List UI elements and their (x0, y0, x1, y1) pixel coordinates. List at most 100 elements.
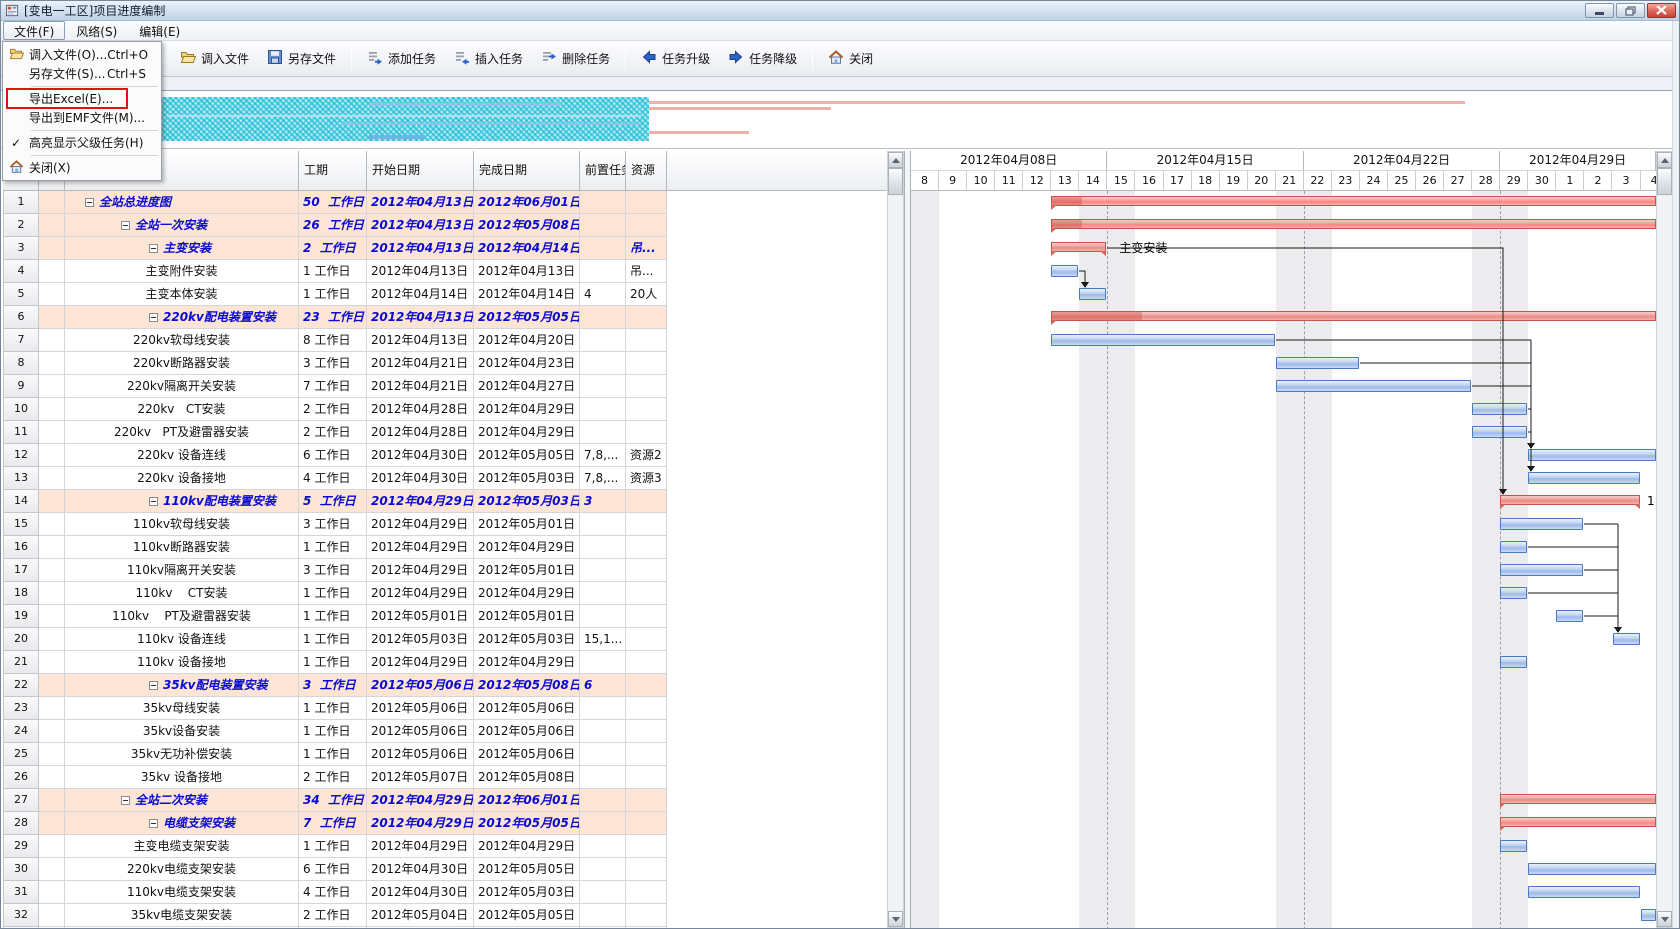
task-bar[interactable] (1528, 472, 1639, 484)
table-row[interactable]: 2635kv 设备接地2 工作日2012年05月07日2012年05月08日 (1, 766, 887, 789)
collapse-icon[interactable] (121, 796, 130, 805)
task-bar[interactable] (1528, 886, 1639, 898)
task-duration: 1 工作日 (299, 582, 367, 605)
table-row[interactable]: 3235kv电缆支架安装2 工作日2012年05月04日2012年05月05日 (1, 904, 887, 927)
collapse-icon[interactable] (149, 244, 158, 253)
table-row[interactable]: 21110kv 设备接地1 工作日2012年04月29日2012年04月29日 (1, 651, 887, 674)
table-row[interactable]: 27全站二次安装34 工作日2012年04月29日2012年06月01日 (1, 789, 887, 812)
table-row[interactable]: 11220kv PT及避雷器安装2 工作日2012年04月28日2012年04月… (1, 421, 887, 444)
table-vertical-scrollbar[interactable] (887, 151, 904, 928)
task-bar[interactable] (1051, 334, 1274, 346)
table-row[interactable]: 12220kv 设备连线6 工作日2012年04月30日2012年05月05日7… (1, 444, 887, 467)
task-bar[interactable] (1500, 587, 1527, 599)
summary-bar[interactable] (1051, 196, 1656, 206)
menu-item[interactable]: 关闭(X) (3, 158, 161, 177)
table-row[interactable]: 2435kv设备安装1 工作日2012年05月06日2012年05月06日 (1, 720, 887, 743)
menu-item[interactable]: 另存文件(S)...Ctrl+S (3, 64, 161, 83)
table-row[interactable]: 8220kv断路器安装3 工作日2012年04月21日2012年04月23日 (1, 352, 887, 375)
scroll-thumb[interactable] (888, 168, 903, 195)
collapse-icon[interactable] (149, 497, 158, 506)
task-bar[interactable] (1500, 518, 1583, 530)
menu-item[interactable]: 导出到EMF文件(M)... (3, 108, 161, 127)
task-bar[interactable] (1051, 265, 1078, 277)
table-gantt-splitter[interactable] (904, 151, 911, 928)
table-row[interactable]: 2535kv无功补偿安装1 工作日2012年05月06日2012年05月06日 (1, 743, 887, 766)
table-row[interactable]: 1全站总进度图50 工作日2012年04月13日2012年06月01日 (1, 191, 887, 214)
table-row[interactable]: 29主变电缆支架安装1 工作日2012年04月29日2012年04月29日 (1, 835, 887, 858)
task-predecessors (580, 605, 626, 628)
task-bar[interactable] (1500, 656, 1527, 668)
toolbar-button[interactable]: 删除任务 (532, 44, 619, 73)
table-row[interactable]: 7220kv软母线安装8 工作日2012年04月13日2012年04月20日 (1, 329, 887, 352)
table-row[interactable]: 30220kv电缆支架安装6 工作日2012年04月30日2012年05月05日 (1, 858, 887, 881)
task-bar[interactable] (1528, 449, 1656, 461)
table-row[interactable]: 17110kv隔离开关安装3 工作日2012年04月29日2012年05月01日 (1, 559, 887, 582)
task-bar[interactable] (1472, 403, 1527, 415)
task-bar[interactable] (1472, 426, 1527, 438)
table-row[interactable]: 28电缆支架安装7 工作日2012年04月29日2012年05月05日 (1, 812, 887, 835)
summary-bar[interactable] (1500, 817, 1656, 827)
menu-edit[interactable]: 编辑(E) (128, 21, 191, 40)
collapse-icon[interactable] (121, 221, 130, 230)
table-row[interactable]: 31110kv电缆支架安装4 工作日2012年04月30日2012年05月03日 (1, 881, 887, 904)
menu-network[interactable]: 风络(S) (65, 21, 128, 40)
table-row[interactable]: 9220kv隔离开关安装7 工作日2012年04月21日2012年04月27日 (1, 375, 887, 398)
task-bar[interactable] (1613, 633, 1640, 645)
task-start-date: 2012年04月14日 (367, 283, 474, 306)
summary-bar[interactable] (1500, 495, 1639, 505)
menu-item[interactable]: 导出Excel(E)... (3, 89, 161, 108)
collapse-icon[interactable] (149, 313, 158, 322)
table-row[interactable]: 6220kv配电装置安装23 工作日2012年04月13日2012年05月05日 (1, 306, 887, 329)
table-row[interactable]: 16110kv断路器安装1 工作日2012年04月29日2012年04月29日 (1, 536, 887, 559)
task-bar[interactable] (1500, 840, 1527, 852)
toolbar-button[interactable]: 任务降级 (719, 44, 806, 73)
minimize-button[interactable] (1585, 3, 1614, 18)
summary-bar[interactable] (1051, 242, 1106, 252)
scroll-down-button[interactable] (1657, 911, 1672, 927)
summary-bar[interactable] (1051, 311, 1656, 321)
menu-item[interactable]: 调入文件(O)...Ctrl+O (3, 45, 161, 64)
indicator-cell (39, 352, 65, 375)
summary-bar[interactable] (1051, 219, 1656, 229)
menu-item[interactable]: ✓高亮显示父级任务(H) (3, 133, 161, 152)
scroll-up-button[interactable] (888, 152, 903, 168)
collapse-icon[interactable] (85, 198, 94, 207)
summary-bar[interactable] (1500, 794, 1656, 804)
table-row[interactable]: 14110kv配电装置安装5 工作日2012年04月29日2012年05月03日… (1, 490, 887, 513)
collapse-icon[interactable] (149, 819, 158, 828)
toolbar-button[interactable]: 关闭 (819, 44, 882, 73)
scroll-thumb[interactable] (1657, 168, 1672, 195)
table-row[interactable]: 13220kv 设备接地4 工作日2012年04月30日2012年05月03日7… (1, 467, 887, 490)
task-bar[interactable] (1276, 357, 1359, 369)
table-row[interactable]: 20110kv 设备连线1 工作日2012年05月03日2012年05月03日1… (1, 628, 887, 651)
task-bar[interactable] (1556, 610, 1583, 622)
table-row[interactable]: 4主变附件安装1 工作日2012年04月13日2012年04月13日吊... (1, 260, 887, 283)
task-bar[interactable] (1528, 863, 1656, 875)
table-row[interactable]: 18110kv CT安装1 工作日2012年04月29日2012年04月29日 (1, 582, 887, 605)
close-button[interactable] (1647, 3, 1676, 18)
scroll-down-button[interactable] (888, 911, 903, 927)
table-row[interactable]: 3主变安装2 工作日2012年04月13日2012年04月14日吊... (1, 237, 887, 260)
task-bar[interactable] (1641, 909, 1656, 921)
toolbar-button[interactable]: 任务升级 (632, 44, 719, 73)
collapse-icon[interactable] (149, 681, 158, 690)
toolbar-button[interactable]: 插入任务 (445, 44, 532, 73)
task-bar[interactable] (1276, 380, 1471, 392)
toolbar-button[interactable]: 调入文件 (171, 44, 258, 73)
table-row[interactable]: 2235kv配电装置安装3 工作日2012年05月06日2012年05月08日6 (1, 674, 887, 697)
scroll-up-button[interactable] (1657, 152, 1672, 168)
task-bar[interactable] (1500, 564, 1583, 576)
table-row[interactable]: 19110kv PT及避雷器安装1 工作日2012年05月01日2012年05月… (1, 605, 887, 628)
table-row[interactable]: 15110kv软母线安装3 工作日2012年04月29日2012年05月01日 (1, 513, 887, 536)
table-row[interactable]: 2全站一次安装26 工作日2012年04月13日2012年05月08日 (1, 214, 887, 237)
task-bar[interactable] (1079, 288, 1106, 300)
restore-button[interactable] (1616, 3, 1645, 18)
gantt-vertical-scrollbar[interactable] (1656, 151, 1673, 928)
table-row[interactable]: 2335kv母线安装1 工作日2012年05月06日2012年05月06日 (1, 697, 887, 720)
table-row[interactable]: 5主变本体安装1 工作日2012年04月14日2012年04月14日420人 (1, 283, 887, 306)
toolbar-button[interactable]: 另存文件 (258, 44, 345, 73)
menu-file[interactable]: 文件(F) (3, 21, 65, 40)
table-row[interactable]: 10220kv CT安装2 工作日2012年04月28日2012年04月29日 (1, 398, 887, 421)
task-bar[interactable] (1500, 541, 1527, 553)
toolbar-button[interactable]: 添加任务 (358, 44, 445, 73)
